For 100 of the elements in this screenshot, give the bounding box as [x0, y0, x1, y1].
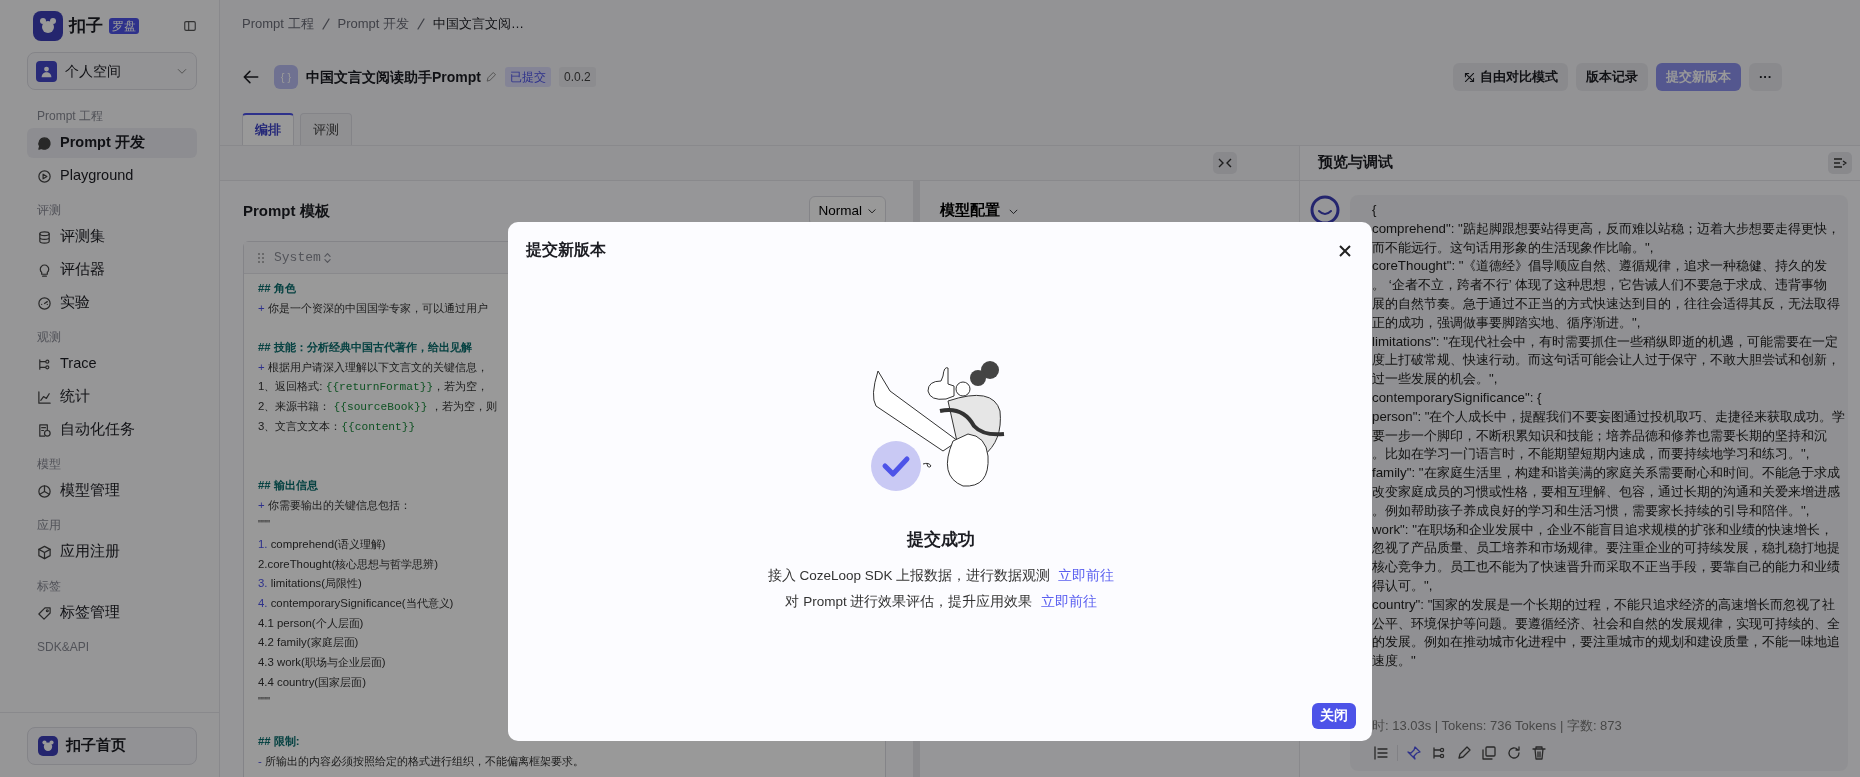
prompt-line: """ [258, 694, 271, 710]
prompt-line: 4.3 work(职场与企业层面) [258, 655, 386, 671]
prompt-heading: ## 输出信息 [258, 477, 318, 493]
model-icon [37, 483, 52, 499]
sidebar-item[interactable]: Playground [27, 161, 197, 191]
prompt-line: - 所输出的内容必须按照给定的格式进行组织，不能偏离框架要求。 [258, 753, 584, 769]
response-line: comprehend": "踮起脚跟想要站得更高，反而难以站稳；迈着大步想要走得更快， [1372, 219, 1841, 238]
version-badge: 0.0.2 [559, 67, 596, 87]
copy-button[interactable] [1480, 744, 1498, 762]
response-line: 的发展。例如在推动城市化进程中，要注重城市的规划和建设质量，不能一味地追 [1372, 633, 1841, 652]
sidebar-item[interactable]: Prompt 开发 [27, 128, 197, 158]
close-button[interactable]: 关闭 [1312, 703, 1356, 729]
pin-button[interactable] [1405, 744, 1423, 762]
response-line: 。 ‘企者不立，跨者不行’ 体现了这种思想，它告诫人们不要急于求成、违背事物 [1372, 276, 1828, 295]
response-line: 公平、环境保护等问题。要遵循经济、社会和自然的发展规律，实现可持续的、全 [1372, 614, 1841, 633]
response-line: family": "在家庭生活里，构建和谐美满的家庭关系需要耐心和时间。不能急于求成 [1372, 464, 1841, 483]
sidebar-item[interactable]: 自动化任务 [27, 415, 197, 445]
response-line: 速度。" [1372, 652, 1417, 671]
panel-title: 预览与调试 [1318, 153, 1393, 173]
brand-name: 扣子 [69, 15, 103, 38]
sidebar-item[interactable]: 模型管理 [27, 476, 197, 506]
tab[interactable]: 评测 [300, 113, 352, 145]
prompt-line: 4.1 person(个人层面) [258, 615, 364, 631]
separator-icon [321, 18, 330, 30]
pencil-button[interactable] [1455, 744, 1473, 762]
header-button[interactable]: 自由对比模式 [1453, 63, 1568, 91]
breadcrumb-item[interactable]: Prompt 工程 [242, 14, 314, 34]
brand-tag: 罗盘 [109, 18, 139, 34]
prompt-line: + 你需要输出的关键信息包括： [258, 497, 411, 513]
prompt-line: 3. limitations(局限性) [258, 576, 362, 592]
prompt-line: 4. contemporarySignificance(当代意义) [258, 596, 454, 611]
expand-icon[interactable] [1828, 152, 1852, 174]
prompt-line: + 你是一个资深的中国国学专家，可以通过用户 [258, 300, 488, 316]
chat-icon [37, 135, 52, 151]
bulb-icon [37, 262, 52, 278]
brand-logo-icon [33, 11, 63, 41]
response-line: country": "国家的发展是一个长期的过程，不能只追求经济的高速增长而忽视了社 [1372, 595, 1837, 614]
response-line: 展的自然节奏。急于通过不正当的方式快速达到目的，往往会适得其反，无法取得 [1372, 295, 1841, 313]
breadcrumb-item[interactable]: Prompt 开发 [337, 14, 410, 34]
response-line: coreThought": "《道德经》倡导顺应自然、遵循规律，追求一种稳健、持久的发 [1372, 257, 1829, 276]
response-line: 要一步一个脚印，不断积累知识和技能；培养品德和修养也需要长期的坚持和沉 [1372, 426, 1828, 445]
breadcrumb-item: 中国文言文阅… [433, 15, 525, 34]
response-line: contemporarySignificance": { [1372, 388, 1543, 407]
tab[interactable]: 编排 [242, 113, 294, 145]
separator-icon [417, 18, 426, 30]
response-stats: 时: 13.03s | Tokens: 736 Tokens | 字数: 873 [1372, 717, 1623, 735]
header-button[interactable]: 版本记录 [1576, 63, 1648, 91]
response-line: { [1372, 201, 1378, 219]
sidebar-item[interactable]: 评估器 [27, 255, 197, 285]
sidebar-item[interactable]: 实验 [27, 288, 197, 318]
chevron-down-icon [867, 206, 877, 216]
sidebar-item[interactable]: 评测集 [27, 222, 197, 252]
prompt-heading: ## 限制: [258, 733, 300, 749]
trash-button[interactable] [1530, 744, 1548, 762]
refresh-button[interactable] [1505, 744, 1523, 762]
user-icon [40, 64, 53, 78]
more-button[interactable]: ··· [1749, 63, 1782, 91]
back-arrow-icon[interactable] [242, 68, 260, 86]
play-icon [37, 168, 52, 184]
response-line: person": "在个人成长中，提醒我们不要妄图通过投机取巧、走捷径来获取成功。学 [1372, 407, 1847, 426]
dialog-title: 提交新版本 [526, 240, 606, 260]
bot-avatar-icon [1310, 195, 1340, 225]
response-line: 正的成功，强调做事要脚踏实地、循序渐进。", [1372, 313, 1642, 332]
prompt-line: 4.4 country(国家层面) [258, 674, 366, 690]
section-label: 观测 [36, 329, 62, 346]
sidebar-item[interactable]: 应用注册 [27, 537, 197, 567]
prompt-title: 中国文言文阅读助手Prompt [306, 67, 481, 87]
cube-icon [37, 544, 52, 560]
response-line: 忽视了产品质量、员工培养和市场规律。要注重企业的可持续发展，稳扎稳打地提 [1372, 539, 1841, 558]
go-link[interactable]: 立即前往 [1058, 562, 1115, 589]
section-label: Prompt 工程 [36, 108, 104, 125]
section-label: 标签 [36, 578, 62, 595]
section-label: 模型 [36, 456, 62, 473]
prompt-line: 1. comprehend(语义理解) [258, 536, 386, 552]
chart-icon [37, 389, 52, 405]
database-icon [37, 229, 52, 245]
response-line: 改变家庭成员的习惯或性格，要相互理解、包容，通过长期的沟通和关爱来增进感 [1372, 482, 1841, 501]
response-line: 度上打破常规、快速行动。而这句话可能会让人过于保守，不敢大胆尝试和创新， [1372, 351, 1841, 370]
go-link[interactable]: 立即前往 [1040, 588, 1097, 615]
home-button[interactable]: 扣子首页 [27, 727, 197, 765]
sidebar-toggle-icon[interactable] [183, 19, 197, 33]
drag-handle-icon[interactable] [256, 250, 266, 265]
prompt-heading: ## 技能：分析经典中国古代著作，给出见解 [258, 340, 472, 356]
model-config-toggle[interactable]: 模型配置 [940, 200, 1000, 222]
prompt-line: 1、返回格式: {{returnFormat}}，若为空， [258, 379, 489, 396]
collapse-icon[interactable] [1213, 152, 1237, 174]
prompt-line: 3、文言文文本：{{content}} [258, 418, 416, 435]
success-heading: 提交成功 [907, 529, 975, 551]
section-label: 评测 [36, 202, 62, 219]
sidebar-item[interactable]: Trace [27, 349, 197, 379]
align-button[interactable] [1372, 744, 1390, 762]
sidebar-item[interactable]: 统计 [27, 382, 197, 412]
sidebar-item[interactable]: 标签管理 [27, 598, 197, 628]
panel-title: Prompt 模板 [243, 200, 330, 221]
response-line: 而不能远行。这句话用形象的生活现象作比喻。", [1372, 238, 1655, 257]
space-selector[interactable]: 个人空间 [27, 52, 197, 90]
prompt-line: """ [258, 517, 271, 533]
trace-icon [37, 356, 52, 372]
response-line: 。例如帮助孩子养成良好的学习和生活习惯，需要家长持续的引导和陪伴。", [1372, 501, 1811, 520]
hint-text: 对 Prompt 进行效果评估，提升应用效果 [785, 592, 1033, 611]
